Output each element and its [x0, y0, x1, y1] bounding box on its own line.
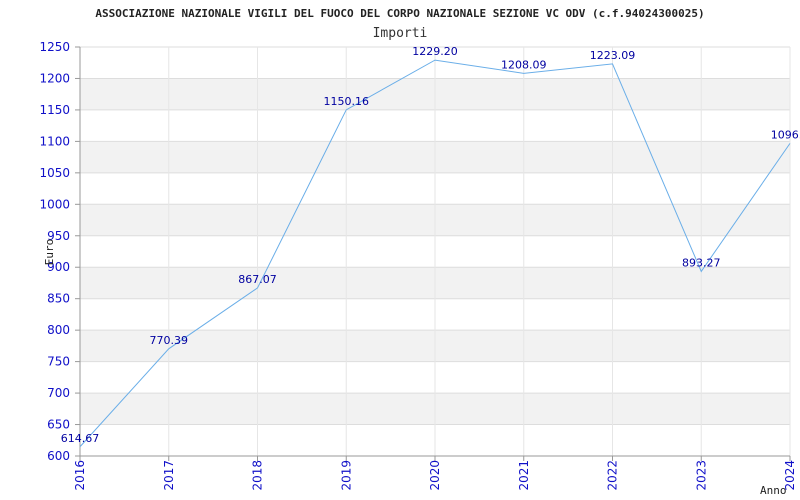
y-tick-label: 750 [47, 355, 70, 369]
data-label: 867.07 [238, 273, 277, 286]
chart-subtitle: Importi [373, 26, 428, 41]
line-chart: ASSOCIAZIONE NAZIONALE VIGILI DEL FUOCO … [39, 7, 800, 497]
y-tick-label: 800 [47, 323, 70, 337]
y-tick-label: 600 [47, 449, 70, 463]
data-label: 1150.16 [324, 95, 370, 108]
data-label: 614.67 [61, 432, 100, 445]
y-tick-label: 850 [47, 292, 70, 306]
x-tick-label: 2019 [339, 460, 353, 491]
x-tick-label: 2021 [517, 460, 531, 491]
y-tick-label: 1200 [39, 71, 70, 85]
y-tick-label: 1100 [39, 134, 70, 148]
data-label: 1229.20 [412, 45, 458, 58]
x-axis-tick-labels: 2016 2017 2018 2019 2020 2021 2022 2023 2024 [73, 460, 797, 491]
x-axis-label: Anno [760, 484, 787, 497]
data-label: 893.27 [682, 256, 721, 269]
x-tick-label: 2017 [162, 460, 176, 491]
y-tick-label: 1250 [39, 40, 70, 54]
data-label: 1223.09 [590, 49, 636, 62]
x-tick-label: 2020 [428, 460, 442, 491]
y-tick-label: 700 [47, 386, 70, 400]
y-tick-label: 650 [47, 418, 70, 432]
y-tick-label: 1050 [39, 166, 70, 180]
x-tick-label: 2022 [606, 460, 620, 491]
y-tick-label: 1150 [39, 103, 70, 117]
data-label: 1208.09 [501, 58, 547, 71]
x-tick-label: 2018 [251, 460, 265, 491]
x-tick-label: 2016 [73, 460, 87, 491]
x-tick-label: 2023 [694, 460, 708, 491]
y-axis-label: Euro [43, 239, 56, 266]
chart-title: ASSOCIAZIONE NAZIONALE VIGILI DEL FUOCO … [95, 7, 704, 20]
data-label: 1096.8 [771, 128, 800, 141]
data-label: 770.39 [150, 334, 189, 347]
y-tick-label: 1000 [39, 197, 70, 211]
